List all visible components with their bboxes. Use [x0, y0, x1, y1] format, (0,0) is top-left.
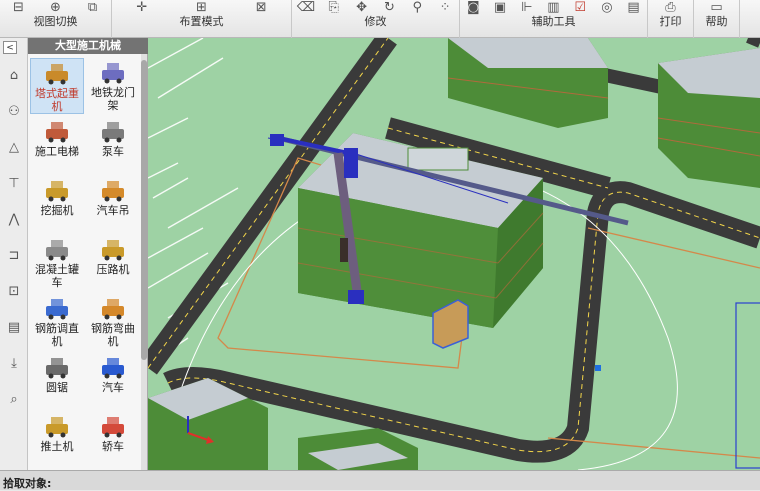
machine-item-label: 挖掘机 — [40, 204, 74, 217]
construction-elevator-icon — [42, 117, 72, 143]
machine-item[interactable]: 混凝土罐车 — [30, 235, 84, 289]
facility-icon[interactable]: ⊡ — [3, 280, 25, 302]
crane-tool-icon[interactable]: ⊤ — [3, 172, 25, 194]
ribbon-group-layout-mode: ✛ ⊞ ⊠ 布置模式 — [112, 0, 292, 38]
machine-item[interactable]: 推土机 — [30, 412, 84, 453]
machine-item[interactable]: 泵车 — [86, 117, 140, 158]
panel-scrollbar[interactable] — [141, 54, 147, 470]
3d-viewport[interactable] — [148, 38, 760, 470]
truck-crane-icon — [98, 176, 128, 202]
pipe-icon[interactable]: ⊐ — [3, 244, 25, 266]
left-tool-strip: < ⌂ ⚇ △ ⊤ ⋀ ⊐ ⊡ ▤ ⤓ ⌕ — [0, 38, 28, 470]
machine-item[interactable]: 施工电梯 — [30, 117, 84, 158]
box-view-icon[interactable]: ⧉ — [85, 0, 101, 14]
machine-item[interactable]: 塔式起重机 — [30, 58, 84, 114]
road-roller-icon — [98, 235, 128, 261]
sedan-icon — [98, 412, 128, 438]
machine-item[interactable]: 圆锯 — [30, 353, 84, 394]
bar-chart-icon[interactable]: ▥ — [545, 0, 561, 14]
car-icon — [98, 353, 128, 379]
machine-item-label: 汽车吊 — [96, 204, 130, 217]
eraser-icon[interactable]: ⌫ — [297, 0, 315, 14]
board-icon[interactable]: ▤ — [3, 316, 25, 338]
machine-item-label: 混凝土罐车 — [35, 263, 79, 289]
rebar-straightener-icon — [42, 294, 72, 320]
machine-item[interactable]: 汽车吊 — [86, 176, 140, 217]
machine-item-label: 汽车 — [102, 381, 124, 394]
ribbon-group-print: ⎙ 打印 — [648, 0, 694, 38]
stamp-icon[interactable]: ⚲ — [409, 0, 425, 14]
machine-item-label: 地铁龙门架 — [91, 86, 135, 112]
array-icon[interactable]: ⁘ — [437, 0, 453, 14]
tower-crane-icon — [42, 59, 72, 85]
rotate-icon[interactable]: ↻ — [381, 0, 397, 14]
triangle-icon[interactable]: △ — [3, 136, 25, 158]
ribbon-group-view-switch: ⊟ ⊕ ⧉ 视图切换 — [0, 0, 112, 38]
collapse-panel-button[interactable]: < — [3, 41, 17, 54]
fullscreen-icon[interactable]: ⊕ — [48, 0, 64, 14]
ribbon-group-label: 视图切换 — [33, 15, 78, 28]
scrollbar-thumb[interactable] — [141, 60, 147, 360]
machine-item-label: 轿车 — [102, 440, 124, 453]
machine-item[interactable]: 地铁龙门架 — [86, 58, 140, 112]
binoculars-icon[interactable]: ◎ — [599, 0, 615, 14]
machine-item-label: 圆锯 — [46, 381, 68, 394]
concrete-mixer-icon — [42, 235, 72, 261]
machine-item[interactable]: 钢筋调直机 — [30, 294, 84, 348]
machine-item-label: 施工电梯 — [35, 145, 79, 158]
status-text: 拾取对象: — [3, 477, 52, 490]
gantry-icon — [98, 58, 128, 84]
crosshair-icon[interactable]: ✛ — [134, 0, 150, 14]
machine-item[interactable]: 挖掘机 — [30, 176, 84, 217]
building-icon[interactable]: ⌂ — [3, 64, 25, 86]
machine-item-label: 钢筋弯曲机 — [91, 322, 135, 348]
machine-item[interactable]: 压路机 — [86, 235, 140, 276]
machine-item[interactable]: 钢筋弯曲机 — [86, 294, 140, 348]
report-icon[interactable]: ▤ — [626, 0, 642, 14]
ribbon-group-modify: ⌫ ⎘ ✥ ↻ ⚲ ⁘ 修改 — [292, 0, 460, 38]
search-icon[interactable]: ⌕ — [3, 388, 25, 410]
machine-library-panel: 大型施工机械 塔式起重机 地铁龙门架施工电梯 泵车挖掘机 汽车吊混凝土罐车 压路机钢筋调… — [28, 38, 148, 470]
circular-saw-icon — [42, 353, 72, 379]
machine-item-label: 钢筋调直机 — [35, 322, 79, 348]
photo-icon[interactable]: ▣ — [492, 0, 508, 14]
copy-icon[interactable]: ⎘ — [326, 0, 342, 14]
camera-icon[interactable]: ◙ — [465, 0, 481, 14]
check-icon[interactable]: ☑ — [572, 0, 588, 14]
panel-title: 大型施工机械 — [28, 38, 148, 54]
grid-dropdown-icon[interactable]: ⊠ — [253, 0, 269, 14]
ribbon-toolbar: ⊟ ⊕ ⧉ 视图切换 ✛ ⊞ ⊠ 布置模式 ⌫ ⎘ ✥ ↻ ⚲ ⁘ 修改 ◙ ▣… — [0, 0, 760, 38]
ribbon-group-label: 打印 — [659, 15, 682, 28]
ribbon-group-label: 布置模式 — [179, 15, 224, 28]
machine-item-label: 推土机 — [40, 440, 74, 453]
bulldozer-icon — [42, 412, 72, 438]
download-icon[interactable]: ⤓ — [3, 352, 25, 374]
ribbon-group-aux-tools: ◙ ▣ ⊩ ▥ ☑ ◎ ▤ 辅助工具 — [460, 0, 648, 38]
machine-item-label: 压路机 — [96, 263, 130, 276]
road-icon[interactable]: ⋀ — [3, 208, 25, 230]
help-icon[interactable]: ▭ — [709, 0, 725, 14]
view-3d-icon[interactable]: ⊟ — [11, 0, 27, 14]
machine-item[interactable]: 汽车 — [86, 353, 140, 394]
site-scene — [148, 38, 760, 470]
pump-truck-icon — [98, 117, 128, 143]
people-icon[interactable]: ⚇ — [3, 100, 25, 122]
move-icon[interactable]: ✥ — [354, 0, 370, 14]
ribbon-group-label: 帮助 — [705, 15, 728, 28]
machine-item-label: 塔式起重机 — [35, 87, 79, 113]
printer-icon[interactable]: ⎙ — [663, 0, 679, 14]
status-bar: 拾取对象: — [0, 470, 760, 490]
measure-icon[interactable]: ⊩ — [519, 0, 535, 14]
rebar-bender-icon — [98, 294, 128, 320]
machine-item-label: 泵车 — [102, 145, 124, 158]
ribbon-group-label: 辅助工具 — [531, 15, 576, 28]
grid-icon[interactable]: ⊞ — [193, 0, 209, 14]
ribbon-group-label: 修改 — [364, 15, 387, 28]
machine-item[interactable]: 轿车 — [86, 412, 140, 453]
ribbon-group-help: ▭ 帮助 — [694, 0, 740, 38]
excavator-icon — [42, 176, 72, 202]
